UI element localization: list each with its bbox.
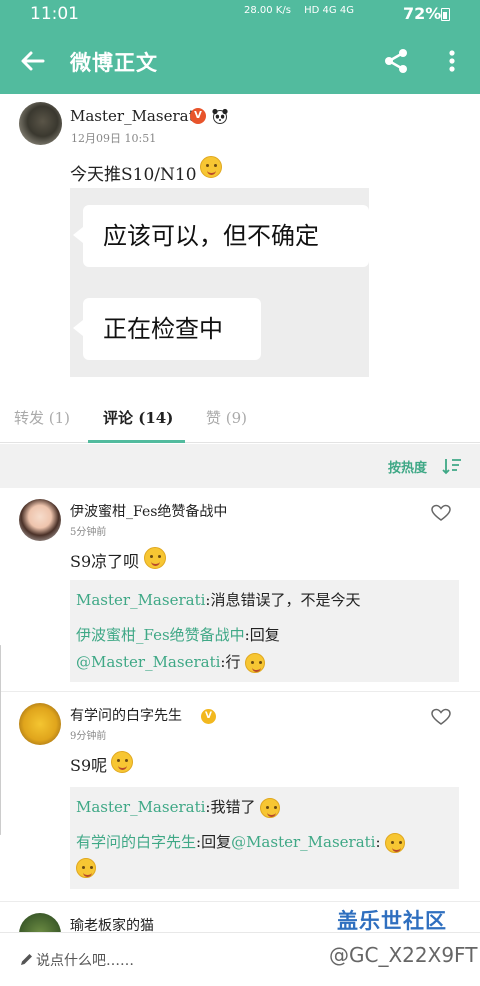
reply-line: Master_Maserati:消息错误了，不是今天: [76, 589, 360, 610]
laugh-cry-emoji-icon: [385, 833, 406, 853]
heart-icon[interactable]: [431, 708, 451, 726]
reply-box[interactable]: Master_Maserati:消息错误了，不是今天 伊波蜜柑_Fes绝赞备战中…: [70, 580, 459, 682]
reply-line: [76, 858, 96, 878]
sort-by-hot-button[interactable]: 按热度: [388, 457, 427, 476]
reply-line: 有学问的白字先生:回复@Master_Maserati:: [76, 831, 406, 853]
status-time: 11:01: [30, 4, 79, 24]
share-icon[interactable]: [382, 47, 410, 75]
edge-panel-handle[interactable]: [0, 645, 3, 835]
reply-mention[interactable]: @Master_Maserati: [76, 653, 220, 671]
page-title: 微博正文: [70, 50, 158, 75]
laugh-cry-emoji-icon: [76, 858, 96, 878]
comment-item[interactable]: 伊波蜜柑_Fes绝赞备战中 5分钟前 S9凉了呗 Master_Maserati…: [0, 488, 480, 692]
reply-mention[interactable]: @Master_Maserati: [231, 833, 375, 851]
reply-text: :消息错误了，不是今天: [205, 591, 361, 609]
reply-author[interactable]: 有学问的白字先生: [76, 833, 196, 851]
author-name[interactable]: Master_Maserati: [70, 107, 199, 125]
laugh-cry-emoji-icon: [245, 653, 266, 673]
reply-line: @Master_Maserati:行: [76, 651, 266, 673]
reply-text: :回复: [244, 626, 280, 644]
arrow-left-icon[interactable]: [18, 46, 48, 76]
reply-text: :行: [220, 653, 241, 671]
comment-input-placeholder[interactable]: 说点什么吧……: [36, 950, 134, 970]
commenter-name[interactable]: 有学问的白字先生: [70, 705, 182, 725]
comment-text: S9呢: [70, 756, 108, 775]
pen-icon: [21, 954, 32, 965]
verified-badge: V: [190, 108, 206, 124]
reply-box[interactable]: Master_Maserati:我错了 有学问的白字先生:回复@Master_M…: [70, 787, 459, 889]
comment-time: 9分钟前: [70, 731, 107, 742]
reply-author[interactable]: Master_Maserati: [76, 591, 205, 609]
app-bar: 微博正文: [0, 28, 480, 94]
sort-bar: 按热度: [0, 444, 480, 488]
chat-bubble: 正在检查中: [73, 298, 261, 360]
reply-text: :我错了: [205, 798, 256, 816]
post-image[interactable]: 应该可以，但不确定 正在检查中: [70, 188, 369, 377]
tab-comments[interactable]: 评论 (14): [103, 407, 173, 428]
network-speed: 28.00 K/s: [244, 5, 291, 16]
tab-likes[interactable]: 赞 (9): [206, 407, 247, 428]
comment-text: S9凉了呗: [70, 552, 140, 571]
reply-text: :回复: [196, 833, 232, 851]
post-time: 12月09日 10:51: [71, 132, 157, 145]
verified-badge: V: [201, 709, 216, 724]
heart-icon[interactable]: [431, 504, 451, 522]
shy-emoji-icon: [260, 798, 281, 818]
commenter-avatar[interactable]: [19, 703, 61, 745]
active-tab-indicator: [88, 440, 185, 443]
reply-line: Master_Maserati:我错了: [76, 796, 281, 818]
reply-author[interactable]: 伊波蜜柑_Fes绝赞备战中: [76, 626, 245, 644]
tab-repost[interactable]: 转发 (1): [14, 407, 70, 428]
watermark-brand: 盖乐世社区: [337, 909, 447, 933]
comment-time: 5分钟前: [70, 527, 107, 538]
battery-icon: [441, 8, 450, 21]
post-tabs: 转发 (1) 评论 (14) 赞 (9): [0, 394, 480, 443]
thinking-emoji-icon: [200, 156, 222, 178]
weibo-post: Master_Maserati V 12月09日 10:51 今天推S10/N1…: [0, 94, 480, 394]
status-bar: 11:01 28.00 K/s HD 4G 4G 72%: [0, 0, 480, 28]
reply-text: :: [375, 833, 381, 851]
more-vertical-icon[interactable]: [440, 47, 464, 75]
sort-icon[interactable]: [442, 457, 462, 475]
chat-bubble: 应该可以，但不确定: [73, 205, 369, 267]
watermark: 盖乐世社区 @GC_X22X9FT: [329, 905, 477, 967]
reply-author[interactable]: Master_Maserati: [76, 798, 205, 816]
commenter-name[interactable]: 伊波蜜柑_Fes绝赞备战中: [70, 501, 227, 521]
post-text: 今天推S10/N10: [70, 165, 197, 185]
network-labels: HD 4G 4G: [304, 5, 354, 16]
watermark-handle: @GC_X22X9FT: [329, 943, 478, 967]
commenter-avatar[interactable]: [19, 499, 61, 541]
reply-line: 伊波蜜柑_Fes绝赞备战中:回复: [76, 624, 280, 645]
status-icons: 28.00 K/s HD 4G 4G: [244, 5, 354, 16]
panda-icon: [212, 108, 228, 124]
laugh-cry-emoji-icon: [144, 547, 166, 569]
crying-emoji-icon: [111, 751, 133, 773]
battery-percent: 72%: [403, 4, 442, 23]
comment-item[interactable]: 有学问的白字先生 V 9分钟前 S9呢 Master_Maserati:我错了 …: [0, 692, 480, 902]
author-avatar[interactable]: [19, 102, 62, 145]
